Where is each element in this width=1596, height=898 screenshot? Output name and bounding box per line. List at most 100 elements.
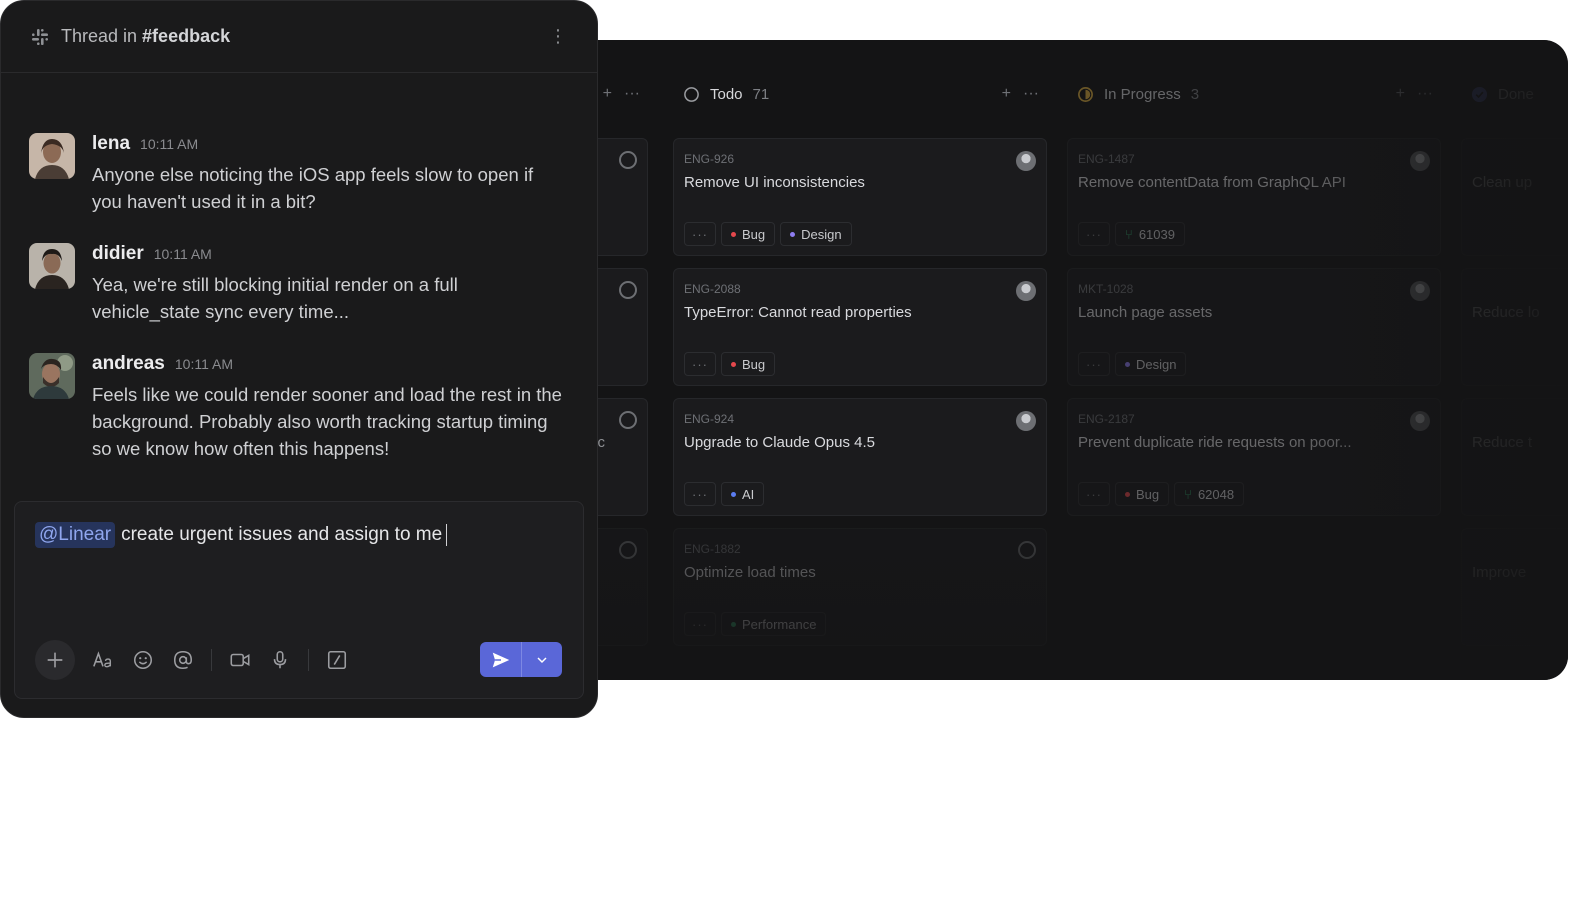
label-chip[interactable]: Bug <box>1115 482 1170 506</box>
add-icon[interactable]: + <box>1002 85 1011 103</box>
issue-labels: ··· Bug Design <box>684 222 852 246</box>
unassigned-icon <box>619 151 637 169</box>
audio-button[interactable] <box>260 640 300 680</box>
avatar[interactable] <box>29 353 75 399</box>
slack-icon <box>32 28 48 45</box>
issue-title: Optimize load times <box>684 564 816 581</box>
assignee-avatar[interactable] <box>1410 411 1430 431</box>
label-chip[interactable]: Performance <box>721 612 827 636</box>
more-icon[interactable]: ··· <box>1417 85 1433 103</box>
label-text: Bug <box>742 356 766 372</box>
message-composer[interactable]: @Linear create urgent issues and assign … <box>14 501 584 699</box>
issue-labels: ··· Bug ⑂ 62048 <box>1078 482 1245 506</box>
issue-card[interactable]: Clean up <box>1461 138 1568 256</box>
label-chip[interactable]: Design <box>780 222 852 246</box>
add-button[interactable] <box>35 640 75 680</box>
column-actions: + ··· <box>603 85 640 103</box>
shortcuts-button[interactable] <box>317 640 357 680</box>
issue-card[interactable]: Reduce lo <box>1461 268 1568 386</box>
chevron-down-icon <box>537 656 547 663</box>
priority-icon[interactable]: ··· <box>1078 482 1110 506</box>
thread-title-prefix: Thread in <box>61 26 138 46</box>
issue-card[interactable]: Improve <box>1461 528 1568 646</box>
schedule-dropdown[interactable] <box>522 642 562 677</box>
issue-labels: ··· AI <box>684 482 765 506</box>
issue-id: ENG-926 <box>684 152 735 166</box>
pull-request-chip[interactable]: ⑂ 61039 <box>1115 222 1185 246</box>
avatar[interactable] <box>29 243 75 289</box>
priority-icon[interactable]: ··· <box>684 612 716 636</box>
issue-title: Clean up <box>1472 174 1533 191</box>
assignee-avatar[interactable] <box>1016 151 1036 171</box>
column-actions: + ··· <box>1396 85 1433 103</box>
pull-request-number: 61039 <box>1138 226 1175 242</box>
video-icon <box>230 653 250 667</box>
priority-icon[interactable]: ··· <box>1078 222 1110 246</box>
label-chip[interactable]: AI <box>721 482 765 506</box>
mention-button[interactable] <box>163 640 203 680</box>
priority-icon[interactable]: ··· <box>1078 352 1110 376</box>
send-button-group <box>480 642 562 677</box>
emoji-button[interactable] <box>123 640 163 680</box>
avatar[interactable] <box>29 133 75 179</box>
microphone-icon <box>273 650 287 669</box>
more-options-icon[interactable]: ⋮ <box>549 26 567 47</box>
send-button[interactable] <box>480 642 522 677</box>
issue-card[interactable]: ENG-2187 Prevent duplicate ride requests… <box>1067 398 1441 516</box>
assignee-avatar[interactable] <box>1016 281 1036 301</box>
at-icon <box>173 650 193 670</box>
issue-card[interactable]: ENG-1882 Optimize load times ··· Perform… <box>673 528 1047 646</box>
label-chip[interactable]: Bug <box>721 352 776 376</box>
column-count: 71 <box>752 85 770 103</box>
more-icon[interactable]: ··· <box>1023 85 1039 103</box>
issue-labels: ··· Design <box>1078 352 1187 376</box>
label-text: Design <box>801 226 842 242</box>
message-text: Yea, we're still blocking initial render… <box>92 274 458 322</box>
todo-status-icon <box>684 86 699 102</box>
pull-request-icon: ⑂ <box>1184 486 1192 502</box>
composer-text: create urgent issues and assign to me <box>121 524 443 545</box>
label-chip[interactable]: Design <box>1115 352 1187 376</box>
issue-title: Upgrade to Claude Opus 4.5 <box>684 434 875 451</box>
message-author[interactable]: andreas 10:11 AM <box>92 353 233 375</box>
label-dot <box>790 231 796 237</box>
assignee-avatar[interactable] <box>1410 281 1430 301</box>
assignee-avatar[interactable] <box>1016 411 1036 431</box>
channel-name[interactable]: #feedback <box>142 26 230 47</box>
video-button[interactable] <box>220 640 260 680</box>
add-icon[interactable]: + <box>603 85 612 103</box>
issue-id: ENG-924 <box>684 412 735 426</box>
add-icon[interactable]: + <box>1396 85 1405 103</box>
send-icon <box>492 652 509 667</box>
message-text: Anyone else noticing the iOS app feels s… <box>92 164 534 212</box>
pull-request-icon: ⑂ <box>1125 226 1133 242</box>
more-icon[interactable]: ··· <box>624 85 640 103</box>
message-author[interactable]: didier 10:11 AM <box>92 243 212 265</box>
issue-card[interactable]: ENG-1487 Remove contentData from GraphQL… <box>1067 138 1441 256</box>
issue-title: Reduce t <box>1472 434 1533 451</box>
issue-id: ENG-1487 <box>1078 152 1135 166</box>
priority-icon[interactable]: ··· <box>684 482 716 506</box>
thread-header: Thread in #feedback ⋮ <box>1 1 597 73</box>
issue-card[interactable]: ENG-2088 TypeError: Cannot read properti… <box>673 268 1047 386</box>
issue-title: Improve <box>1472 564 1527 581</box>
label-text: Design <box>1136 356 1177 372</box>
issue-card[interactable]: MKT-1028 Launch page assets ··· Design <box>1067 268 1441 386</box>
formatting-button[interactable] <box>83 640 123 680</box>
pull-request-chip[interactable]: ⑂ 62048 <box>1174 482 1245 506</box>
text-format-icon <box>93 651 112 668</box>
emoji-icon <box>133 650 153 670</box>
issue-title: Launch page assets <box>1078 304 1213 321</box>
unassigned-icon[interactable] <box>1018 541 1036 559</box>
message-author[interactable]: lena 10:11 AM <box>92 133 198 155</box>
priority-icon[interactable]: ··· <box>684 352 716 376</box>
linear-mention[interactable]: @Linear <box>35 522 116 548</box>
issue-card[interactable]: Reduce t <box>1461 398 1568 516</box>
issue-card[interactable]: ENG-926 Remove UI inconsistencies ··· Bu… <box>673 138 1047 256</box>
composer-input[interactable]: @Linear create urgent issues and assign … <box>35 522 448 548</box>
label-chip[interactable]: Bug <box>721 222 776 246</box>
issue-card[interactable]: ENG-924 Upgrade to Claude Opus 4.5 ··· A… <box>673 398 1047 516</box>
assignee-avatar[interactable] <box>1410 151 1430 171</box>
toolbar-divider <box>211 649 212 671</box>
priority-icon[interactable]: ··· <box>684 222 716 246</box>
